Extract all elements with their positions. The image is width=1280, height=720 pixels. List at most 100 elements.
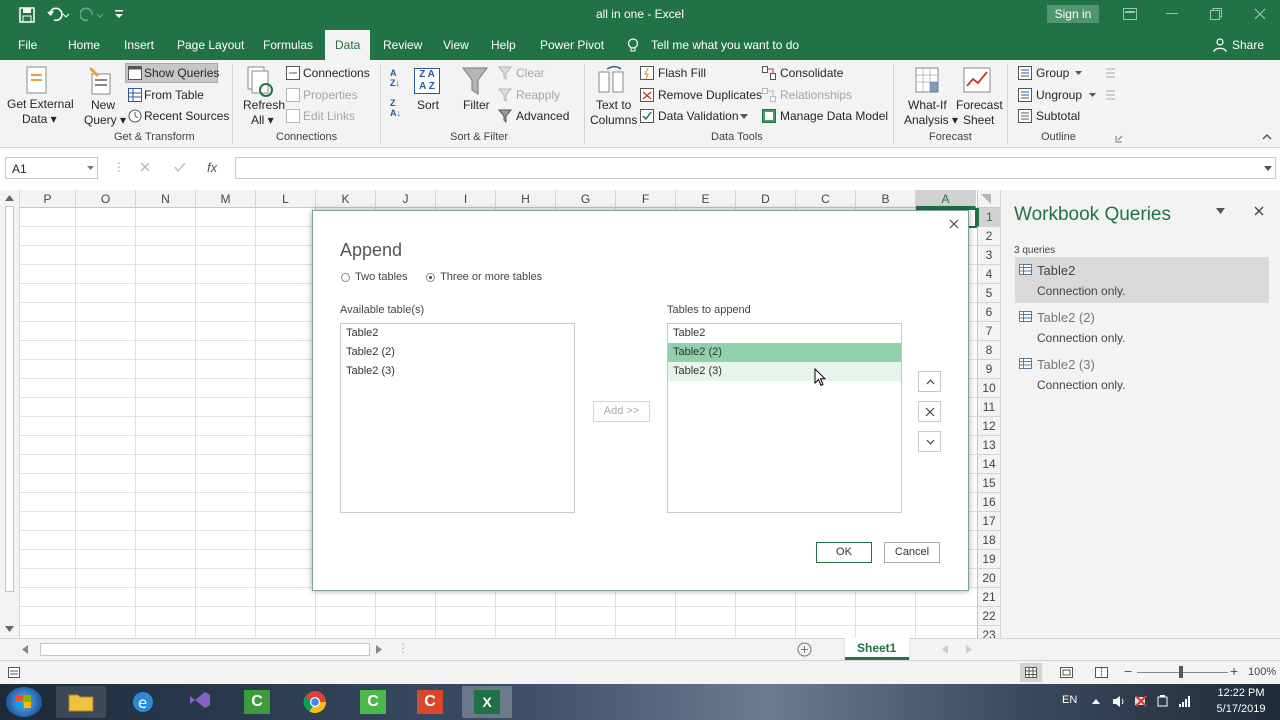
taskbar-camtasia-green[interactable]: C (232, 686, 282, 718)
row-header-12[interactable]: 12 (977, 417, 1000, 436)
column-header-o[interactable]: O (76, 190, 136, 208)
row-header-11[interactable]: 11 (977, 398, 1000, 417)
cancel-button[interactable]: Cancel (884, 542, 940, 563)
sort-az-icon[interactable]: A Z↓ (390, 68, 408, 90)
cancel-formula-icon[interactable] (140, 162, 150, 172)
start-button[interactable] (6, 687, 42, 717)
page-break-view-icon[interactable] (1095, 667, 1108, 678)
ok-button[interactable]: OK (816, 542, 872, 563)
tab-data[interactable]: Data (325, 30, 371, 60)
zoom-slider[interactable] (1137, 666, 1228, 678)
page-layout-view-icon[interactable] (1060, 667, 1073, 678)
row-header-19[interactable]: 19 (977, 550, 1000, 569)
what-if-analysis-button-line2[interactable]: Analysis ▾ (904, 113, 958, 127)
ungroup-dropdown-icon[interactable] (1089, 93, 1096, 97)
get-external-data-button-line2[interactable]: Data ▾ (22, 112, 57, 126)
save-icon[interactable] (19, 7, 35, 23)
column-header-c[interactable]: C (796, 190, 856, 208)
consolidate-button[interactable]: Consolidate (780, 66, 843, 80)
insert-function-button[interactable]: fx (207, 160, 217, 175)
row-header-8[interactable]: 8 (977, 341, 1000, 360)
column-header-f[interactable]: F (616, 190, 676, 208)
tray-language[interactable]: EN (1062, 694, 1077, 706)
recent-sources-button[interactable]: Recent Sources (144, 109, 229, 123)
group-dropdown-icon[interactable] (1075, 71, 1082, 75)
add-button[interactable]: Add >> (593, 401, 650, 422)
radio-two-tables[interactable]: Two tables (341, 271, 408, 283)
radio-three-tables-circle[interactable] (426, 272, 435, 282)
row-header-1[interactable]: 1 (977, 208, 1000, 227)
list-item[interactable]: Table2 (668, 324, 901, 343)
close-window-icon[interactable] (1254, 8, 1266, 20)
group-button[interactable]: Group (1036, 66, 1069, 80)
column-header-p[interactable]: P (20, 190, 76, 208)
enter-formula-icon[interactable] (174, 162, 186, 172)
column-header-m[interactable]: M (196, 190, 256, 208)
row-header-10[interactable]: 10 (977, 379, 1000, 398)
show-detail-icon[interactable] (1102, 67, 1116, 79)
tab-view[interactable]: View (443, 30, 469, 60)
column-header-d[interactable]: D (736, 190, 796, 208)
move-down-button[interactable] (918, 431, 941, 452)
name-box-dropdown-icon[interactable] (87, 166, 94, 170)
next-sheet-icon[interactable] (966, 645, 972, 654)
scroll-down-icon[interactable] (5, 626, 14, 632)
manage-data-model-button[interactable]: Manage Data Model (780, 109, 888, 123)
subtotal-button[interactable]: Subtotal (1036, 109, 1080, 123)
column-header-i[interactable]: I (436, 190, 496, 208)
text-to-columns-button[interactable]: Text to (596, 98, 631, 112)
new-sheet-icon[interactable] (797, 642, 812, 657)
scroll-left-icon[interactable] (22, 645, 28, 654)
dialog-launcher-icon[interactable] (1115, 135, 1123, 143)
tab-file[interactable]: File (18, 30, 37, 60)
row-header-22[interactable]: 22 (977, 607, 1000, 626)
new-query-button-line2[interactable]: Query ▾ (84, 113, 126, 127)
sign-in-button[interactable]: Sign in (1047, 5, 1099, 23)
zoom-in-button[interactable]: + (1230, 663, 1238, 679)
chevron-down-icon[interactable] (740, 114, 748, 119)
scroll-up-icon[interactable] (5, 195, 14, 201)
row-header-7[interactable]: 7 (977, 322, 1000, 341)
row-header-13[interactable]: 13 (977, 436, 1000, 455)
hide-detail-icon[interactable] (1102, 89, 1116, 101)
taskbar-camtasia-red[interactable]: C (405, 686, 455, 718)
row-header-15[interactable]: 15 (977, 474, 1000, 493)
column-header-l[interactable]: L (256, 190, 316, 208)
share-button[interactable]: Share (1232, 30, 1264, 60)
sheet-tab-sheet1[interactable]: Sheet1 (845, 638, 909, 660)
query-item[interactable]: Table2 (2) Connection only. (1015, 304, 1269, 350)
tab-page-layout[interactable]: Page Layout (177, 30, 244, 60)
get-external-data-button[interactable]: Get External (7, 97, 74, 111)
radio-two-tables-circle[interactable] (341, 272, 350, 282)
refresh-all-button[interactable]: Refresh (243, 98, 285, 112)
undo-icon[interactable] (46, 7, 70, 23)
sort-za-icon[interactable]: Z A↓ (390, 98, 408, 120)
ribbon-display-options-icon[interactable] (1123, 8, 1137, 20)
expand-formula-bar-icon[interactable] (1264, 166, 1272, 171)
edit-links-button[interactable]: Edit Links (303, 109, 355, 123)
show-hidden-icons-icon[interactable] (1092, 699, 1100, 704)
horizontal-scrollbar-track[interactable] (40, 643, 370, 656)
list-item[interactable]: Table2 (3) (341, 362, 574, 381)
tab-review[interactable]: Review (383, 30, 422, 60)
tables-to-append-list[interactable]: Table2 Table2 (2) Table2 (3) (667, 323, 902, 513)
row-header-20[interactable]: 20 (977, 569, 1000, 588)
select-all-corner[interactable] (977, 190, 1000, 208)
normal-view-button[interactable] (1020, 663, 1042, 682)
remove-button[interactable] (918, 401, 941, 422)
list-item-selected[interactable]: Table2 (2) (668, 343, 901, 362)
column-header-n[interactable]: N (136, 190, 196, 208)
zoom-slider-thumb[interactable] (1179, 666, 1183, 678)
row-header-18[interactable]: 18 (977, 531, 1000, 550)
taskbar-excel[interactable]: X (462, 686, 512, 718)
taskbar-chrome[interactable] (290, 686, 340, 718)
scroll-right-icon[interactable] (376, 645, 382, 654)
zoom-level[interactable]: 100% (1248, 666, 1276, 678)
tab-formulas[interactable]: Formulas (263, 30, 313, 60)
refresh-all-button-line2[interactable]: All ▾ (251, 113, 274, 127)
list-item[interactable]: Table2 (2) (341, 343, 574, 362)
list-item-hover[interactable]: Table2 (3) (668, 362, 901, 381)
vertical-scrollbar[interactable] (0, 190, 20, 640)
tray-clock-time[interactable]: 12:22 PM (1211, 687, 1271, 699)
taskbar-file-explorer[interactable] (56, 686, 106, 718)
